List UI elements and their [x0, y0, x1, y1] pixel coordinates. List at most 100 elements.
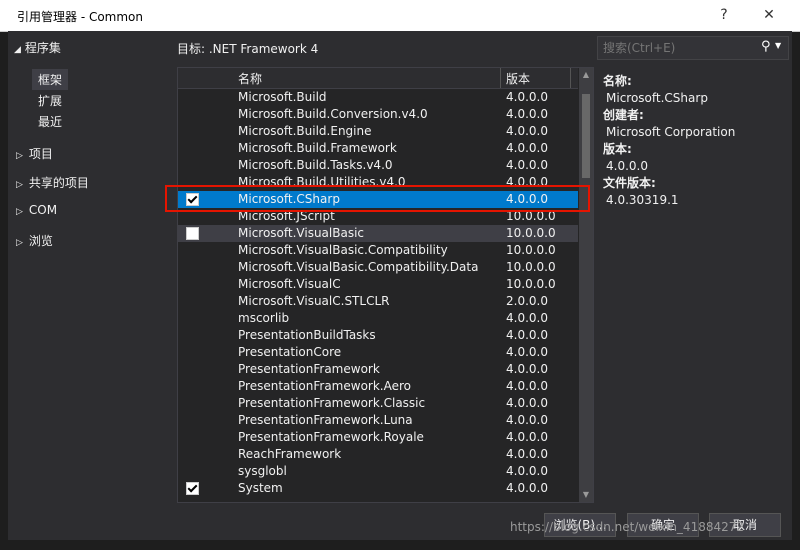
- row-checkbox[interactable]: [186, 482, 199, 495]
- detail-version-label: 版本:: [603, 142, 632, 156]
- window-title: 引用管理器 - Common: [17, 10, 144, 24]
- list-rows: Microsoft.Build 4.0.0.0 Microsoft.Build.Co…: [178, 89, 578, 497]
- row-name: System: [238, 481, 283, 495]
- table-row[interactable]: Microsoft.VisualBasic 10.0.0.0: [178, 225, 578, 242]
- row-name: PresentationFramework.Royale: [238, 430, 424, 444]
- row-name: Microsoft.VisualBasic.Compatibility.Data: [238, 260, 479, 274]
- row-version: 4.0.0.0: [506, 158, 548, 172]
- table-row[interactable]: PresentationFramework.Royale 4.0.0.0: [178, 429, 578, 446]
- close-button[interactable]: ✕: [757, 5, 781, 25]
- row-version: 10.0.0.0: [506, 226, 556, 240]
- row-name: Microsoft.Build.Tasks.v4.0: [238, 158, 393, 172]
- nav-item-framework[interactable]: 框架: [32, 69, 69, 90]
- scroll-down-icon[interactable]: ▼: [579, 488, 593, 502]
- row-checkbox[interactable]: [186, 227, 199, 240]
- column-header-version[interactable]: 版本: [506, 70, 530, 87]
- scroll-thumb[interactable]: [582, 94, 590, 178]
- row-version: 10.0.0.0: [506, 260, 556, 274]
- column-separator[interactable]: [500, 68, 501, 88]
- nav-item-extensions[interactable]: 扩展: [38, 92, 62, 109]
- row-name: ReachFramework: [238, 447, 342, 461]
- row-version: 4.0.0.0: [506, 311, 548, 325]
- list-header: 名称 版本: [178, 68, 578, 89]
- table-row[interactable]: Microsoft.Build 4.0.0.0: [178, 89, 578, 106]
- table-row[interactable]: Microsoft.VisualBasic.Compatibility 10.0.…: [178, 242, 578, 259]
- row-name: Microsoft.Build.Engine: [238, 124, 372, 138]
- table-row[interactable]: Microsoft.Build.Conversion.v4.0 4.0.0.0: [178, 106, 578, 123]
- table-row[interactable]: ReachFramework 4.0.0.0: [178, 446, 578, 463]
- collapsed-triangle-icon: ▷: [16, 207, 23, 217]
- table-row[interactable]: Microsoft.Build.Engine 4.0.0.0: [178, 123, 578, 140]
- nav-group-com[interactable]: ▷ COM: [16, 203, 57, 217]
- table-row[interactable]: PresentationFramework.Luna 4.0.0.0: [178, 412, 578, 429]
- row-name: PresentationBuildTasks: [238, 328, 376, 342]
- detail-version-value: 4.0.0.0: [606, 159, 648, 173]
- row-name: Microsoft.VisualBasic: [238, 226, 365, 240]
- table-row[interactable]: PresentationFramework.Classic 4.0.0.0: [178, 395, 578, 412]
- table-row[interactable]: Microsoft.VisualC 10.0.0.0: [178, 276, 578, 293]
- row-name: PresentationCore: [238, 345, 342, 359]
- collapsed-triangle-icon: ▷: [16, 238, 23, 248]
- search-input[interactable]: [601, 40, 755, 56]
- detail-creator-label: 创建者:: [603, 108, 644, 122]
- table-row[interactable]: sysglobl 4.0.0.0: [178, 463, 578, 480]
- assemblies-header[interactable]: ◢ 程序集: [14, 39, 61, 56]
- table-row[interactable]: mscorlib 4.0.0.0: [178, 310, 578, 327]
- row-version: 4.0.0.0: [506, 464, 548, 478]
- row-version: 10.0.0.0: [506, 243, 556, 257]
- nav-group-projects[interactable]: ▷ 项目: [16, 145, 53, 162]
- help-button[interactable]: ?: [712, 5, 736, 25]
- row-name: Microsoft.VisualC.STLCLR: [238, 294, 390, 308]
- row-version: 10.0.0.0: [506, 277, 556, 291]
- table-row[interactable]: PresentationFramework.Aero 4.0.0.0: [178, 378, 578, 395]
- row-name: Microsoft.Build.Conversion.v4.0: [238, 107, 428, 121]
- detail-file-version-label: 文件版本:: [603, 176, 656, 190]
- details-panel: 名称: Microsoft.CSharp 创建者: Microsoft Corp…: [603, 73, 788, 209]
- nav-group-browse[interactable]: ▷ 浏览: [16, 232, 53, 249]
- row-version: 4.0.0.0: [506, 447, 548, 461]
- target-framework-label: 目标: .NET Framework 4: [177, 42, 319, 56]
- column-header-name[interactable]: 名称: [238, 70, 262, 87]
- table-row[interactable]: Microsoft.Build.Framework 4.0.0.0: [178, 140, 578, 157]
- row-version: 4.0.0.0: [506, 328, 548, 342]
- row-name: Microsoft.Build: [238, 90, 327, 104]
- nav-item-recent[interactable]: 最近: [38, 113, 62, 130]
- table-row[interactable]: Microsoft.Build.Tasks.v4.0 4.0.0.0: [178, 157, 578, 174]
- table-row[interactable]: Microsoft.VisualBasic.Compatibility.Data…: [178, 259, 578, 276]
- nav-group-shared-projects[interactable]: ▷ 共享的项目: [16, 174, 89, 191]
- table-row[interactable]: PresentationCore 4.0.0.0: [178, 344, 578, 361]
- row-version: 4.0.0.0: [506, 430, 548, 444]
- column-separator[interactable]: [570, 68, 571, 88]
- row-version: 4.0.0.0: [506, 90, 548, 104]
- row-name: mscorlib: [238, 311, 290, 325]
- table-row[interactable]: Microsoft.VisualC.STLCLR 2.0.0.0: [178, 293, 578, 310]
- scroll-up-icon[interactable]: ▲: [579, 68, 593, 82]
- row-version: 2.0.0.0: [506, 294, 548, 308]
- title-bar: 引用管理器 - Common ? ✕: [0, 0, 800, 32]
- expanded-triangle-icon: ◢: [14, 45, 21, 55]
- detail-name-label: 名称:: [603, 74, 632, 88]
- detail-name-value: Microsoft.CSharp: [606, 91, 708, 105]
- row-version: 4.0.0.0: [506, 481, 548, 495]
- row-name: PresentationFramework.Classic: [238, 396, 426, 410]
- row-name: PresentationFramework: [238, 362, 380, 376]
- collapsed-triangle-icon: ▷: [16, 180, 23, 190]
- table-row[interactable]: System 4.0.0.0: [178, 480, 578, 497]
- row-version: 4.0.0.0: [506, 413, 548, 427]
- selection-highlight-box: [165, 185, 590, 212]
- chevron-down-icon[interactable]: ▼: [775, 41, 781, 50]
- row-name: Microsoft.VisualC: [238, 277, 341, 291]
- row-name: Microsoft.VisualBasic.Compatibility: [238, 243, 448, 257]
- table-row[interactable]: PresentationBuildTasks 4.0.0.0: [178, 327, 578, 344]
- left-nav: ◢ 程序集 框架 扩展 最近 ▷ 项目 ▷ 共享的项目 ▷ COM ▷ 浏览: [8, 31, 168, 511]
- table-row[interactable]: PresentationFramework 4.0.0.0: [178, 361, 578, 378]
- vertical-scrollbar[interactable]: ▲ ▼: [579, 68, 593, 502]
- assembly-list[interactable]: 名称 版本 Microsoft.Build 4.0.0.0 Microsoft.Bu…: [177, 67, 594, 503]
- search-icon[interactable]: ⚲: [761, 39, 771, 54]
- row-version: 4.0.0.0: [506, 345, 548, 359]
- row-version: 4.0.0.0: [506, 141, 548, 155]
- row-version: 4.0.0.0: [506, 362, 548, 376]
- collapsed-triangle-icon: ▷: [16, 151, 23, 161]
- watermark-text: https://blog.csdn.net/weixin_41884272: [510, 520, 745, 534]
- search-box[interactable]: ⚲ ▼: [597, 36, 789, 60]
